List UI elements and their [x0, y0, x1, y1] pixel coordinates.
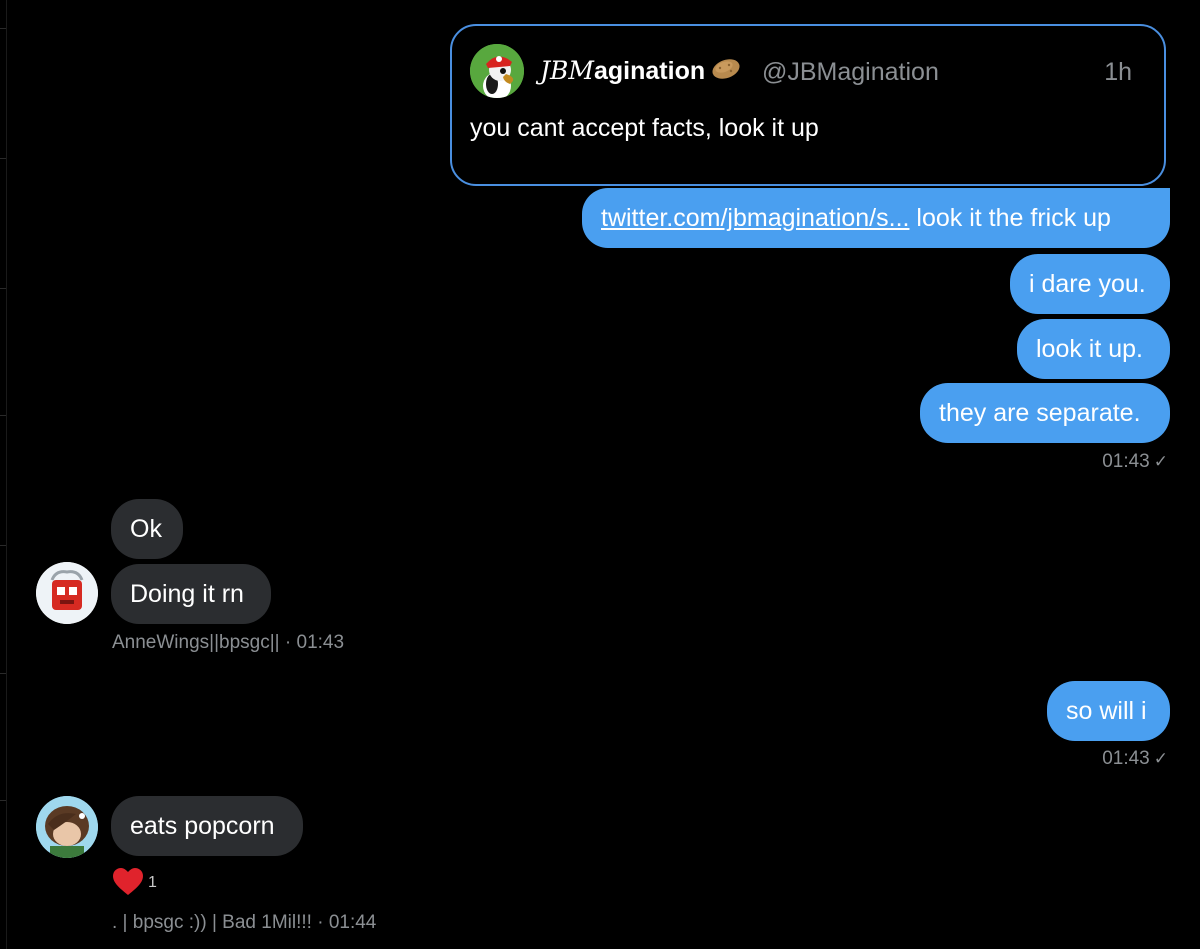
sender-line: . | bpsgc :)) | Bad 1Mil!!! · 01:44 [112, 912, 376, 934]
potato-icon [711, 57, 741, 88]
sent-check-icon: ✓ [1153, 749, 1168, 768]
message-timestamp: 01:43 ✓ [1102, 451, 1168, 472]
heart-reaction-icon[interactable] [112, 868, 144, 901]
message-text: Doing it rn [130, 580, 244, 608]
quote-author-name[interactable]: JBMagination [540, 56, 741, 88]
quote-text: you cant accept facts, look it up [470, 114, 819, 142]
edge-tick [0, 800, 6, 801]
quoted-tweet-card[interactable]: JBMagination @JBMagination 1h you cant a… [450, 24, 1166, 186]
message-text: look it up. [1036, 335, 1144, 363]
quote-timestamp: 1h [1104, 58, 1132, 86]
outgoing-message-bubble[interactable]: they are separate. [920, 383, 1170, 443]
message-text: look it the frick up [909, 204, 1111, 232]
message-timestamp: · 01:43 [284, 632, 345, 653]
tweet-link[interactable]: twitter.com/jbmagination/s... [601, 204, 909, 232]
outgoing-message-bubble[interactable]: so will i [1047, 681, 1170, 741]
window-edge-divider [6, 0, 7, 949]
annewings-avatar[interactable] [36, 562, 98, 624]
message-timestamp: · 01:44 [317, 912, 377, 933]
incoming-message-bubble[interactable]: eats popcorn [111, 796, 303, 856]
edge-tick [0, 28, 6, 29]
edge-tick [0, 288, 6, 289]
message-text: Ok [130, 515, 162, 543]
incoming-message-bubble[interactable]: Ok [111, 499, 183, 559]
message-text: eats popcorn [130, 812, 275, 840]
sender-line: AnneWings||bpsgc|| · 01:43 [112, 632, 344, 654]
sender-name[interactable]: . | bpsgc :)) | Bad 1Mil!!! [112, 912, 312, 933]
message-text: they are separate. [939, 399, 1141, 427]
sent-check-icon: ✓ [1153, 452, 1168, 471]
mario-duck-avatar-icon[interactable] [470, 44, 524, 98]
incoming-message-bubble[interactable]: Doing it rn [111, 564, 271, 624]
sender-name[interactable]: AnneWings||bpsgc|| [112, 632, 280, 653]
bpsgc-user-avatar[interactable] [36, 796, 98, 858]
edge-tick [0, 545, 6, 546]
message-text: so will i [1066, 697, 1147, 725]
quote-author-handle[interactable]: @JBMagination [762, 58, 939, 87]
reaction-count: 1 [148, 874, 157, 891]
message-text: i dare you. [1029, 270, 1146, 298]
edge-tick [0, 158, 6, 159]
outgoing-message-bubble[interactable]: look it up. [1017, 319, 1170, 379]
message-timestamp: 01:43 ✓ [1102, 748, 1168, 769]
outgoing-message-bubble[interactable]: i dare you. [1010, 254, 1170, 314]
outgoing-message-bubble[interactable]: twitter.com/jbmagination/s... look it th… [582, 188, 1170, 248]
edge-tick [0, 415, 6, 416]
edge-tick [0, 673, 6, 674]
